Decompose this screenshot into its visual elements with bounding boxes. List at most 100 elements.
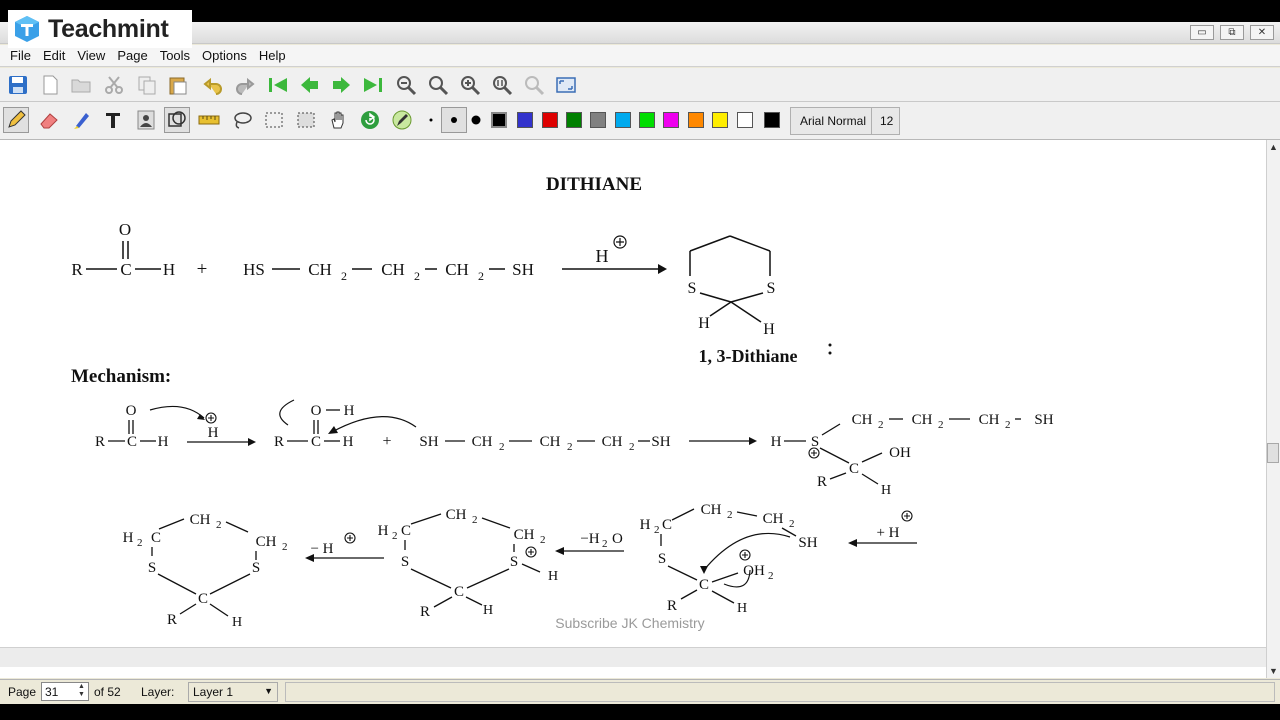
first-page-icon[interactable] (265, 72, 291, 98)
shape-icon[interactable] (164, 107, 190, 133)
mech3-h: H (771, 434, 782, 450)
open-s: S (658, 551, 666, 567)
open-ch2-top: CH (701, 502, 722, 518)
last-page-icon[interactable] (360, 72, 386, 98)
restore-button[interactable]: ⧉ (1220, 25, 1244, 40)
mech3-ch2-c: CH (979, 412, 1000, 428)
ring-bond-6 (730, 292, 764, 303)
color-swatch-cyan[interactable] (615, 112, 631, 128)
mech3-r: R (817, 474, 827, 490)
chevron-down-icon: ▼ (264, 686, 273, 696)
minimize-button[interactable]: ▭ (1190, 25, 1214, 40)
font-selector[interactable]: Arial Normal 12 (790, 107, 900, 135)
menu-options[interactable]: Options (196, 45, 253, 66)
aldehyde-r: R (71, 260, 83, 279)
prod-h: H (232, 615, 242, 630)
mech2-ch2-a: CH (472, 434, 493, 450)
vertical-scrollbar[interactable]: ▲ ▼ (1266, 140, 1280, 678)
menu-file[interactable]: File (4, 45, 37, 66)
fullscreen-icon[interactable] (553, 72, 579, 98)
color-swatch-red[interactable] (542, 112, 558, 128)
open-r: R (667, 598, 677, 614)
eraser-icon[interactable] (36, 107, 62, 133)
prod-ch2-top-sub: 2 (216, 519, 222, 531)
hand-icon[interactable] (325, 107, 351, 133)
pen-settings-icon[interactable] (389, 107, 415, 133)
previous-page-icon[interactable] (297, 72, 323, 98)
mech3-sh: SH (1034, 412, 1053, 428)
ring-bond-2 (689, 235, 731, 252)
redo-icon[interactable] (232, 72, 258, 98)
int-s-h: H (548, 569, 558, 584)
zoom-fit-width-icon[interactable] (425, 72, 451, 98)
top-letterbox (0, 0, 1280, 22)
open-icon[interactable] (68, 72, 94, 98)
pen-icon[interactable] (3, 107, 29, 133)
mech1-h: H (158, 434, 169, 450)
menu-edit[interactable]: Edit (37, 45, 71, 66)
open-c: C (699, 577, 709, 593)
new-page-icon[interactable] (37, 72, 63, 98)
ch2-a: CH (308, 260, 332, 279)
menu-view[interactable]: View (71, 45, 111, 66)
color-swatch-current[interactable] (764, 112, 780, 128)
zoom-actual-icon[interactable] (489, 72, 515, 98)
zoom-region-icon[interactable] (521, 72, 547, 98)
layer-value: Layer 1 (193, 685, 234, 699)
pdf-page[interactable]: DITHIANE O R C H + HS CH 2 CH 2 CH 2 SH … (4, 142, 1258, 647)
layer-select[interactable]: Layer 1 ▼ (188, 682, 278, 702)
color-swatch-yellow[interactable] (712, 112, 728, 128)
menu-page[interactable]: Page (111, 45, 153, 66)
menu-bar: File Edit View Page Tools Options Help (0, 45, 1280, 67)
dot-size-large-icon[interactable] (463, 107, 489, 133)
text-icon[interactable] (100, 107, 126, 133)
ch2-b: CH (381, 260, 405, 279)
aldehyde-c: C (120, 260, 131, 279)
mech2-thiol-end: SH (651, 434, 670, 450)
copy-icon[interactable] (134, 72, 160, 98)
menu-tools[interactable]: Tools (154, 45, 196, 66)
color-swatch-blue[interactable] (517, 112, 533, 128)
menu-help[interactable]: Help (253, 45, 292, 66)
thiol-hs: HS (243, 260, 265, 279)
prod-ch2-top: CH (190, 512, 211, 528)
ring-h-left: H (698, 315, 710, 332)
prod-h2c-left-sub: 2 (137, 537, 143, 549)
next-page-icon[interactable] (328, 72, 354, 98)
color-swatch-green[interactable] (566, 112, 582, 128)
color-swatch-white[interactable] (737, 112, 753, 128)
scroll-up-icon[interactable]: ▲ (1269, 142, 1278, 152)
color-swatch-magenta[interactable] (663, 112, 679, 128)
close-button[interactable]: ✕ (1250, 25, 1274, 40)
lasso-icon[interactable] (229, 107, 255, 133)
save-icon[interactable] (5, 72, 31, 98)
select-rect-icon[interactable] (261, 107, 287, 133)
scrollbar-thumb[interactable] (1267, 443, 1279, 463)
color-swatch-lime[interactable] (639, 112, 655, 128)
int-h2c-sub: 2 (392, 530, 398, 542)
image-icon[interactable] (133, 107, 159, 133)
color-swatch-orange[interactable] (688, 112, 704, 128)
undo-icon[interactable] (200, 72, 226, 98)
mech2-thiol-sh: SH (419, 434, 438, 450)
zoom-in-icon[interactable] (457, 72, 483, 98)
color-swatch-gray[interactable] (590, 112, 606, 128)
zoom-out-icon[interactable] (393, 72, 419, 98)
select-region-icon[interactable] (293, 107, 319, 133)
cut-icon[interactable] (101, 72, 127, 98)
prod-c: C (198, 591, 208, 607)
scroll-down-icon[interactable]: ▼ (1269, 666, 1278, 676)
teachmint-logo: Teachmint (8, 10, 192, 48)
main-toolbar (0, 68, 1280, 102)
ruler-icon[interactable] (196, 107, 222, 133)
mech3-ch2-b: CH (912, 412, 933, 428)
highlighter-icon[interactable] (69, 107, 95, 133)
status-bar: Page 31 ▲ ▼ of 52 Layer: Layer 1 ▼ (0, 679, 1280, 704)
paste-icon[interactable] (165, 72, 191, 98)
mech1-r: R (95, 434, 105, 450)
page-stepper-icon[interactable]: ▲ ▼ (78, 683, 85, 699)
refresh-icon[interactable] (357, 107, 383, 133)
color-swatch-black[interactable] (491, 112, 507, 128)
open-oh2-sub: 2 (768, 570, 774, 582)
int-s-right: S (510, 554, 518, 570)
